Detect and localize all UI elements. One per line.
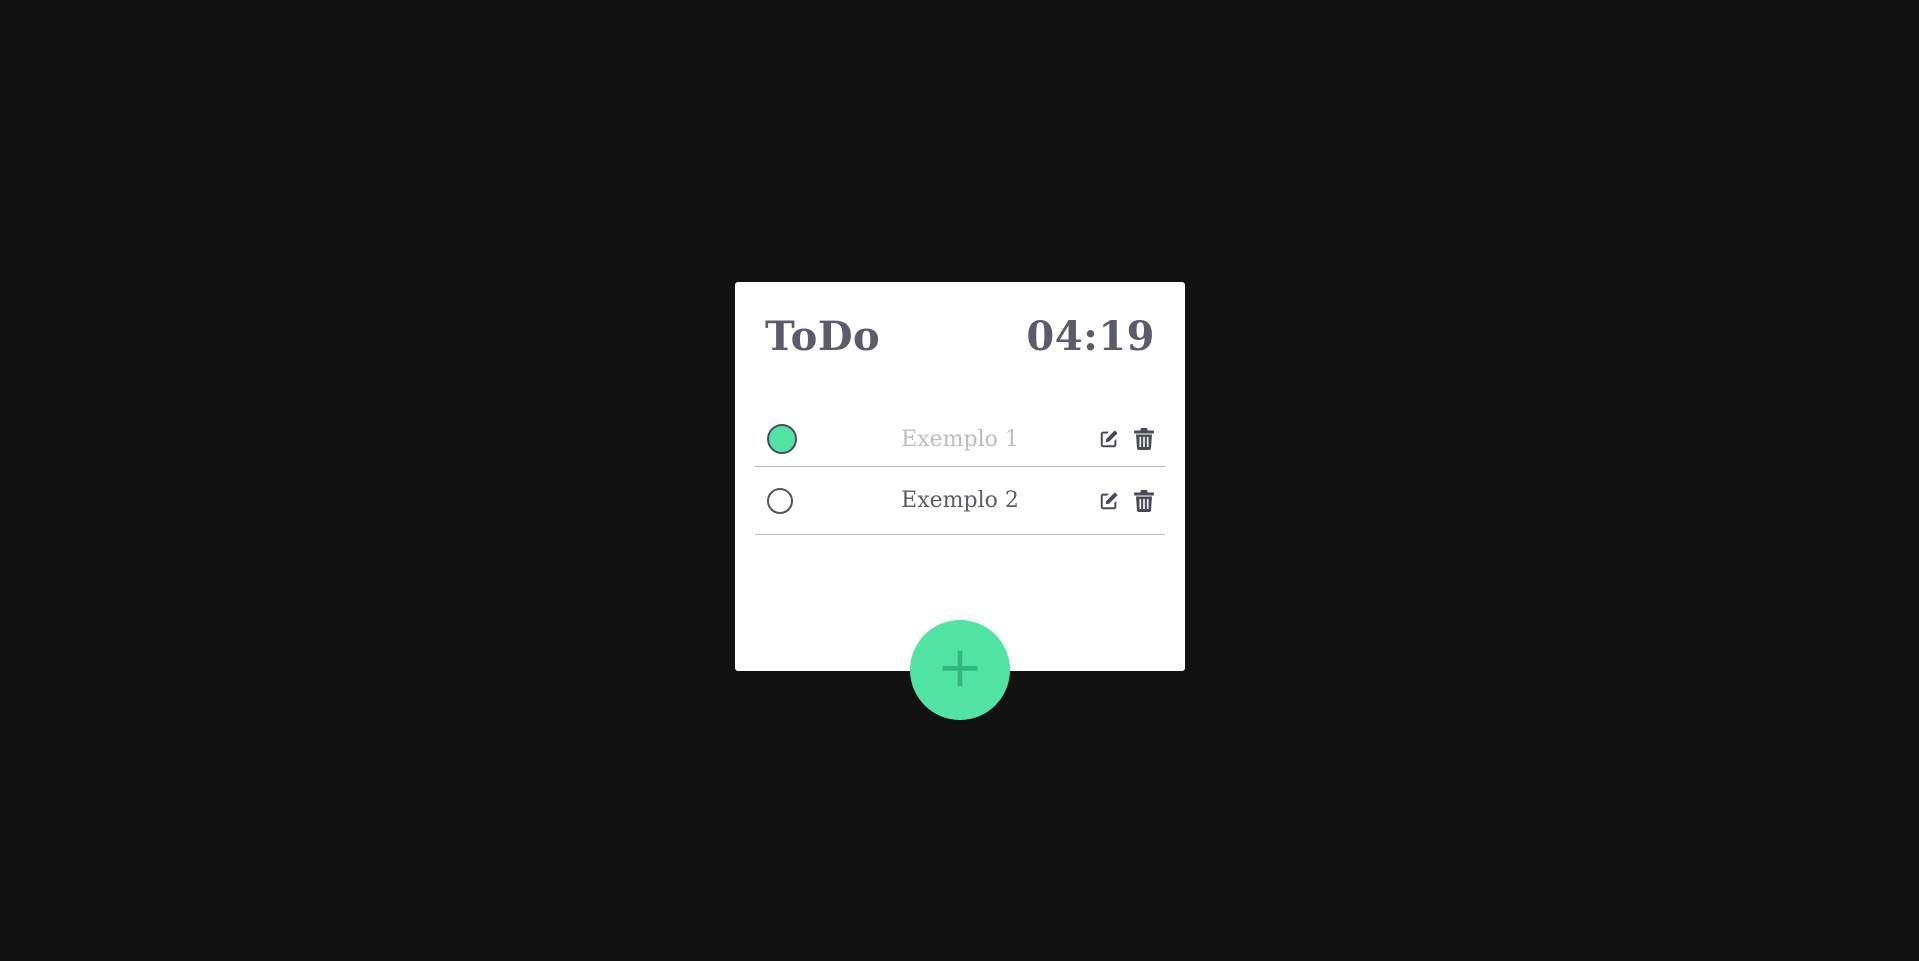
trash-icon[interactable] bbox=[1132, 489, 1155, 512]
trash-icon[interactable] bbox=[1132, 428, 1155, 451]
card-header: ToDo 04:19 bbox=[765, 310, 1155, 362]
todo-card: ToDo 04:19 Exemplo 1 Exemplo 2 bbox=[735, 282, 1185, 671]
todo-item: Exemplo 1 bbox=[755, 412, 1165, 467]
todo-checkbox-unchecked[interactable] bbox=[767, 487, 793, 514]
clock-display: 04:19 bbox=[1026, 312, 1155, 360]
todo-list: Exemplo 1 Exemplo 2 bbox=[755, 412, 1165, 535]
edit-icon[interactable] bbox=[1097, 428, 1120, 451]
todo-actions bbox=[1097, 489, 1155, 512]
app-title: ToDo bbox=[765, 312, 881, 360]
todo-item: Exemplo 2 bbox=[755, 467, 1165, 535]
todo-checkbox-checked[interactable] bbox=[767, 424, 797, 454]
add-todo-button[interactable]: + bbox=[910, 620, 1010, 720]
plus-icon: + bbox=[936, 635, 984, 700]
todo-actions bbox=[1097, 428, 1155, 451]
edit-icon[interactable] bbox=[1097, 489, 1120, 512]
